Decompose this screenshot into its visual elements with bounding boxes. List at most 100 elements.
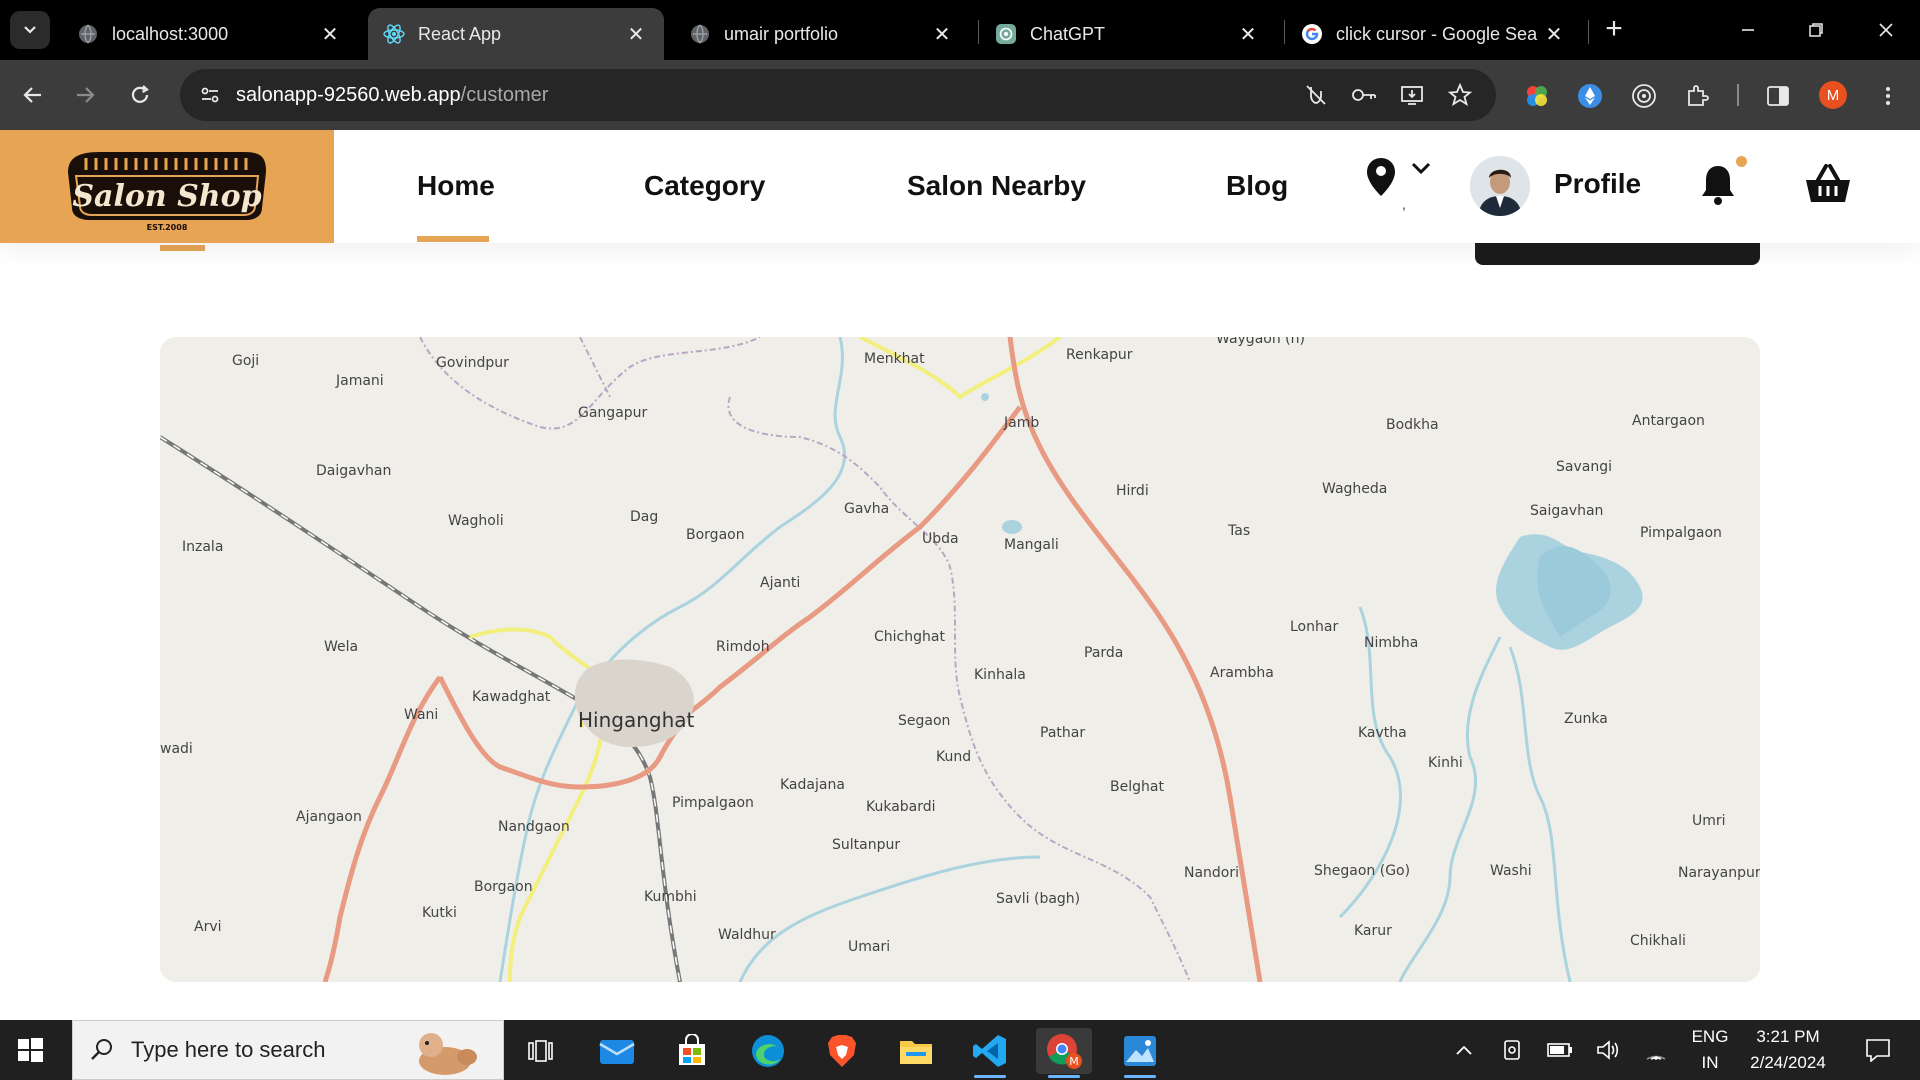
map-label: Rimdoh <box>716 639 770 655</box>
map-label: Tas <box>1227 523 1250 539</box>
task-view-button[interactable] <box>512 1028 568 1074</box>
side-panel-icon[interactable] <box>1762 80 1794 112</box>
nav-category[interactable]: Category <box>644 170 765 202</box>
show-hidden-icons[interactable] <box>1448 1020 1480 1080</box>
taskbar-store[interactable] <box>664 1028 720 1074</box>
taskbar-vscode[interactable] <box>962 1028 1018 1078</box>
back-arrow-icon <box>23 87 41 103</box>
tab-separator <box>1588 20 1589 44</box>
photos-icon <box>1124 1036 1156 1066</box>
tab-title: umair portfolio <box>724 23 839 44</box>
language-indicator[interactable]: ENG IN <box>1686 1024 1734 1076</box>
map-label: Antargaon <box>1632 413 1705 429</box>
close-window-button[interactable] <box>1862 10 1910 50</box>
map-label: wadi <box>160 741 193 757</box>
browser-tab-strip: localhost:3000 ✕ React App ✕ umair portf… <box>0 0 1920 60</box>
tray-meet-now[interactable] <box>1496 1020 1528 1080</box>
map-label: Kumbhi <box>644 889 697 905</box>
location-pin-icon[interactable] <box>1364 156 1398 203</box>
map-label: Narayanpur <box>1678 865 1760 881</box>
clock[interactable]: 3:21 PM 2/24/2024 <box>1738 1024 1838 1076</box>
tab-react-app[interactable]: React App ✕ <box>368 8 664 60</box>
folder-icon <box>900 1041 932 1064</box>
password-key-icon[interactable] <box>1348 79 1380 111</box>
url-host: salonapp-92560.web.app <box>236 83 461 106</box>
tab-title: React App <box>418 23 502 44</box>
start-button[interactable] <box>14 1034 46 1066</box>
tab-localhost[interactable]: localhost:3000 ✕ <box>62 8 358 60</box>
tray-volume[interactable] <box>1592 1020 1624 1080</box>
taskbar-mail[interactable] <box>589 1028 645 1074</box>
nav-blog[interactable]: Blog <box>1226 170 1288 202</box>
taskbar-photos[interactable] <box>1112 1028 1168 1078</box>
notification-badge <box>1736 156 1747 167</box>
back-button[interactable] <box>12 74 54 116</box>
tab-chatgpt[interactable]: ChatGPT ✕ <box>980 8 1276 60</box>
windows-logo-icon <box>18 1038 43 1062</box>
tracking-protection-icon[interactable] <box>1300 79 1332 111</box>
logo-container[interactable]: Salon Shop EST.2008 <box>0 130 334 243</box>
map-label: Borgaon <box>474 879 533 895</box>
search-icon <box>91 1039 112 1060</box>
close-icon[interactable]: ✕ <box>622 22 650 47</box>
forward-button[interactable] <box>64 74 106 116</box>
site-info-icon[interactable] <box>190 84 230 106</box>
svg-text:Salon Shop: Salon Shop <box>72 179 261 214</box>
tab-google-search[interactable]: click cursor - Google Sea ✕ <box>1286 8 1582 60</box>
reload-button[interactable] <box>119 74 161 116</box>
restore-button[interactable] <box>1792 10 1840 50</box>
speaker-icon <box>1597 1040 1619 1060</box>
map-label: Ubda <box>922 531 959 547</box>
minimize-button[interactable] <box>1724 10 1772 50</box>
ethereum-extension-icon[interactable] <box>1574 80 1606 112</box>
nav-salon-nearby[interactable]: Salon Nearby <box>907 170 1086 202</box>
close-icon[interactable]: ✕ <box>1540 22 1568 47</box>
map-label: Belghat <box>1110 779 1164 795</box>
profile-avatar[interactable] <box>1470 156 1530 216</box>
extensions-puzzle-icon[interactable] <box>1682 80 1714 112</box>
map-label: Umri <box>1692 813 1726 829</box>
cart-basket-icon[interactable] <box>1804 162 1852 211</box>
address-bar[interactable]: salonapp-92560.web.app/customer <box>180 69 1496 121</box>
action-center-button[interactable] <box>1854 1020 1902 1080</box>
clock-time: 3:21 PM <box>1756 1027 1820 1046</box>
tab-umair-portfolio[interactable]: umair portfolio ✕ <box>674 8 970 60</box>
salon-map[interactable]: Goji Govindpur Jamani Menkhat Renkapur W… <box>160 337 1760 982</box>
map-label: Lonhar <box>1290 619 1338 635</box>
map-label: Kinhala <box>974 667 1026 683</box>
profile-link[interactable]: Profile <box>1554 168 1641 200</box>
url-path: /customer <box>460 83 549 106</box>
notification-bell-icon[interactable] <box>1698 162 1738 211</box>
tray-network[interactable] <box>1640 1020 1672 1080</box>
tab-separator <box>978 20 979 44</box>
close-icon[interactable]: ✕ <box>928 22 956 47</box>
map-label: Chikhali <box>1630 933 1686 949</box>
map-label: Kavtha <box>1358 725 1407 741</box>
taskbar-brave[interactable] <box>814 1028 870 1074</box>
taskbar-file-explorer[interactable] <box>888 1028 944 1074</box>
close-icon[interactable]: ✕ <box>316 22 344 47</box>
search-highlight-illustration <box>419 1033 477 1075</box>
target-extension-icon[interactable] <box>1628 80 1660 112</box>
browser-menu-icon[interactable] <box>1872 80 1904 112</box>
close-icon[interactable]: ✕ <box>1234 22 1262 47</box>
taskbar-search-box[interactable]: Type here to search <box>72 1020 504 1080</box>
map-label: Segaon <box>898 713 950 729</box>
taskbar-chrome[interactable]: M <box>1036 1028 1092 1078</box>
install-app-icon[interactable] <box>1396 79 1428 111</box>
location-dropdown-icon[interactable] <box>1410 160 1432 181</box>
tab-search-button[interactable] <box>10 11 50 49</box>
map-label: Nandgaon <box>498 819 570 835</box>
tray-battery[interactable] <box>1544 1020 1576 1080</box>
new-tab-button[interactable]: + <box>1600 14 1628 46</box>
forward-arrow-icon <box>77 87 95 103</box>
taskbar-edge[interactable] <box>740 1028 796 1074</box>
browser-profile-avatar[interactable]: M <box>1819 81 1847 109</box>
nav-home[interactable]: Home <box>417 170 495 202</box>
bookmark-star-icon[interactable] <box>1444 79 1476 111</box>
map-canvas[interactable]: Goji Govindpur Jamani Menkhat Renkapur W… <box>160 337 1760 982</box>
map-label: Kutki <box>422 905 457 921</box>
color-picker-extension-icon[interactable] <box>1521 80 1553 112</box>
notification-center-icon <box>1866 1039 1890 1062</box>
map-label: Nandori <box>1184 865 1239 881</box>
